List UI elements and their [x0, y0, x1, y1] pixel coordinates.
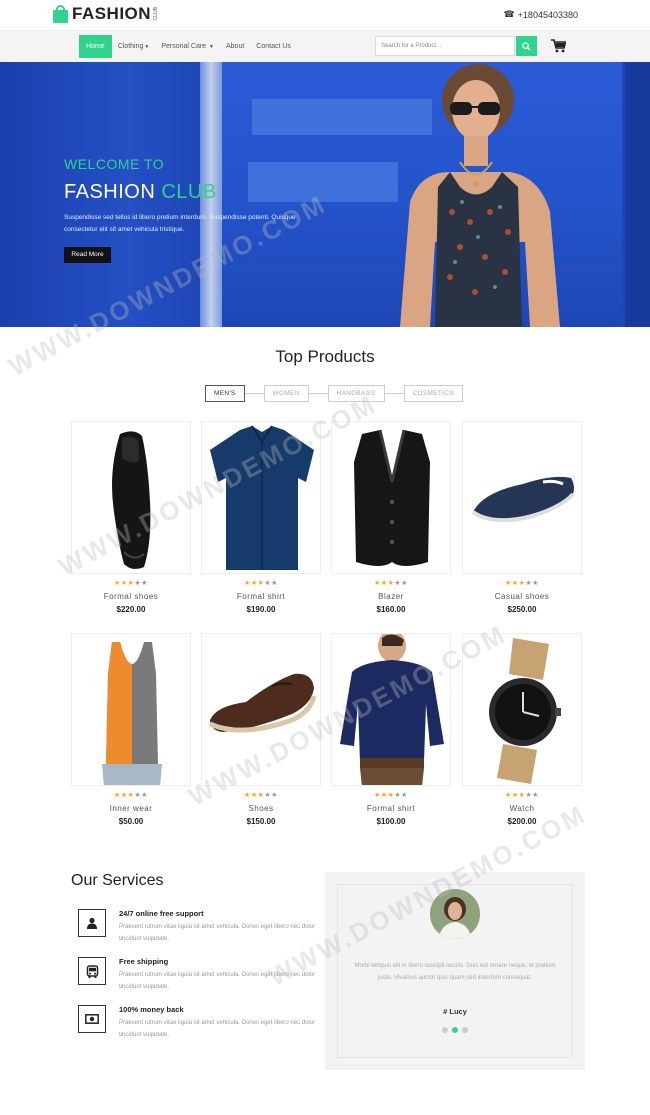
service-text: Praesent rutrum vitae ligula sit amet ve… [119, 972, 316, 990]
rating-stars: ★★★★★ [374, 580, 408, 587]
money-icon [78, 1005, 106, 1033]
nav-bar: Home Clothing▼ Personal Care ▼ About Con… [0, 30, 650, 62]
rating-stars: ★★★★★ [244, 580, 278, 587]
phone-text: +18045403380 [517, 9, 578, 20]
shopping-bag-icon [53, 5, 68, 23]
phone-number: ☎ +18045403380 [503, 9, 578, 20]
hero-banner: WELCOME TO FASHION CLUB Suspendisse sed … [0, 62, 650, 327]
product-name[interactable]: Inner wear [71, 804, 191, 813]
service-title: Free shipping [119, 957, 169, 966]
carousel-dots [325, 1027, 585, 1033]
nav-item-contact[interactable]: Contact Us [250, 35, 297, 58]
carousel-dot[interactable] [462, 1027, 468, 1033]
search-input[interactable]: Search for a Product... [375, 36, 515, 56]
product-name[interactable]: Formal shirt [331, 804, 451, 813]
product-image-casual-shoes[interactable] [462, 421, 582, 574]
rating-stars: ★★★★★ [505, 792, 539, 799]
hero-welcome: WELCOME TO [64, 156, 165, 172]
nav-item-clothing[interactable]: Clothing▼ [112, 35, 156, 58]
service-title: 24/7 online free support [119, 909, 204, 918]
product-name[interactable]: Casual shoes [462, 592, 582, 601]
top-header: FASHION CLUB ☎ +18045403380 [0, 0, 650, 30]
testimonial-name: # Lucy [443, 1007, 467, 1016]
nav-item-home[interactable]: Home [79, 35, 112, 58]
bus-icon [78, 957, 106, 985]
testimonial-panel: Morbi tempus elit in libero suscipit iac… [325, 872, 585, 1070]
brand-logo[interactable]: FASHION CLUB [53, 4, 159, 24]
tab-handbags[interactable]: HANDBAGS [327, 385, 385, 402]
phone-icon: ☎ [503, 9, 515, 19]
service-title: 100% money back [119, 1005, 184, 1014]
product-price: $220.00 [116, 605, 146, 614]
services-title: Our Services [71, 872, 164, 889]
product-image-formal-shirt[interactable] [201, 421, 321, 574]
product-price: $150.00 [246, 817, 276, 826]
product-image-shoes[interactable] [201, 633, 321, 786]
product-tabs: MEN'S WOMEN HANDBAGS COSMETICS [205, 385, 463, 402]
cart-icon [551, 39, 567, 53]
service-text: Praesent rutrum vitae ligula sit amet ve… [119, 924, 316, 942]
product-image-formal-shoes[interactable] [71, 421, 191, 574]
rating-stars: ★★★★★ [114, 580, 148, 587]
hero-model-image [400, 64, 560, 327]
service-text: Praesent rutrum vitae ligula sit amet ve… [119, 1020, 316, 1038]
product-price: $200.00 [507, 817, 537, 826]
product-image-blazer[interactable] [331, 421, 451, 574]
product-name[interactable]: Formal shirt [201, 592, 321, 601]
rating-stars: ★★★★★ [505, 580, 539, 587]
rating-stars: ★★★★★ [374, 792, 408, 799]
read-more-button[interactable]: Read More [64, 247, 111, 263]
rating-stars: ★★★★★ [114, 792, 148, 799]
product-image-watch[interactable] [462, 633, 582, 786]
product-price: $160.00 [376, 605, 406, 614]
product-name[interactable]: Blazer [331, 592, 451, 601]
caret-down-icon: ▼ [209, 44, 214, 50]
rating-stars: ★★★★★ [244, 792, 278, 799]
product-image-mens-shirt[interactable] [331, 633, 451, 786]
hero-title: FASHION CLUB [64, 181, 217, 203]
search-button[interactable] [516, 36, 537, 56]
nav-item-personal-care[interactable]: Personal Care ▼ [155, 35, 220, 58]
product-name[interactable]: Shoes [201, 804, 321, 813]
brand-sub: CLUB [153, 7, 160, 21]
tab-women[interactable]: WOMEN [263, 385, 309, 402]
top-products-title: Top Products [275, 347, 375, 366]
avatar [430, 889, 480, 939]
user-icon [78, 909, 106, 937]
product-name[interactable]: Watch [462, 804, 582, 813]
search-icon [522, 41, 531, 51]
carousel-dot-active[interactable] [452, 1027, 458, 1033]
product-price: $50.00 [118, 817, 144, 826]
tab-cosmetics[interactable]: COSMETICS [403, 385, 463, 402]
tab-mens[interactable]: MEN'S [205, 385, 245, 402]
carousel-dot[interactable] [442, 1027, 448, 1033]
nav-item-about[interactable]: About [220, 35, 250, 58]
brand-name: FASHION [72, 4, 152, 23]
product-price: $190.00 [246, 605, 276, 614]
product-price: $100.00 [376, 817, 406, 826]
cart-button[interactable] [551, 39, 567, 53]
hero-description: Suspendisse sed tellus id libero pretium… [64, 214, 296, 233]
product-image-inner-wear[interactable] [71, 633, 191, 786]
caret-down-icon: ▼ [144, 44, 150, 50]
testimonial-text: Morbi tempus elit in libero suscipit iac… [354, 963, 556, 981]
product-name[interactable]: Formal shoes [71, 592, 191, 601]
product-price: $250.00 [507, 605, 537, 614]
